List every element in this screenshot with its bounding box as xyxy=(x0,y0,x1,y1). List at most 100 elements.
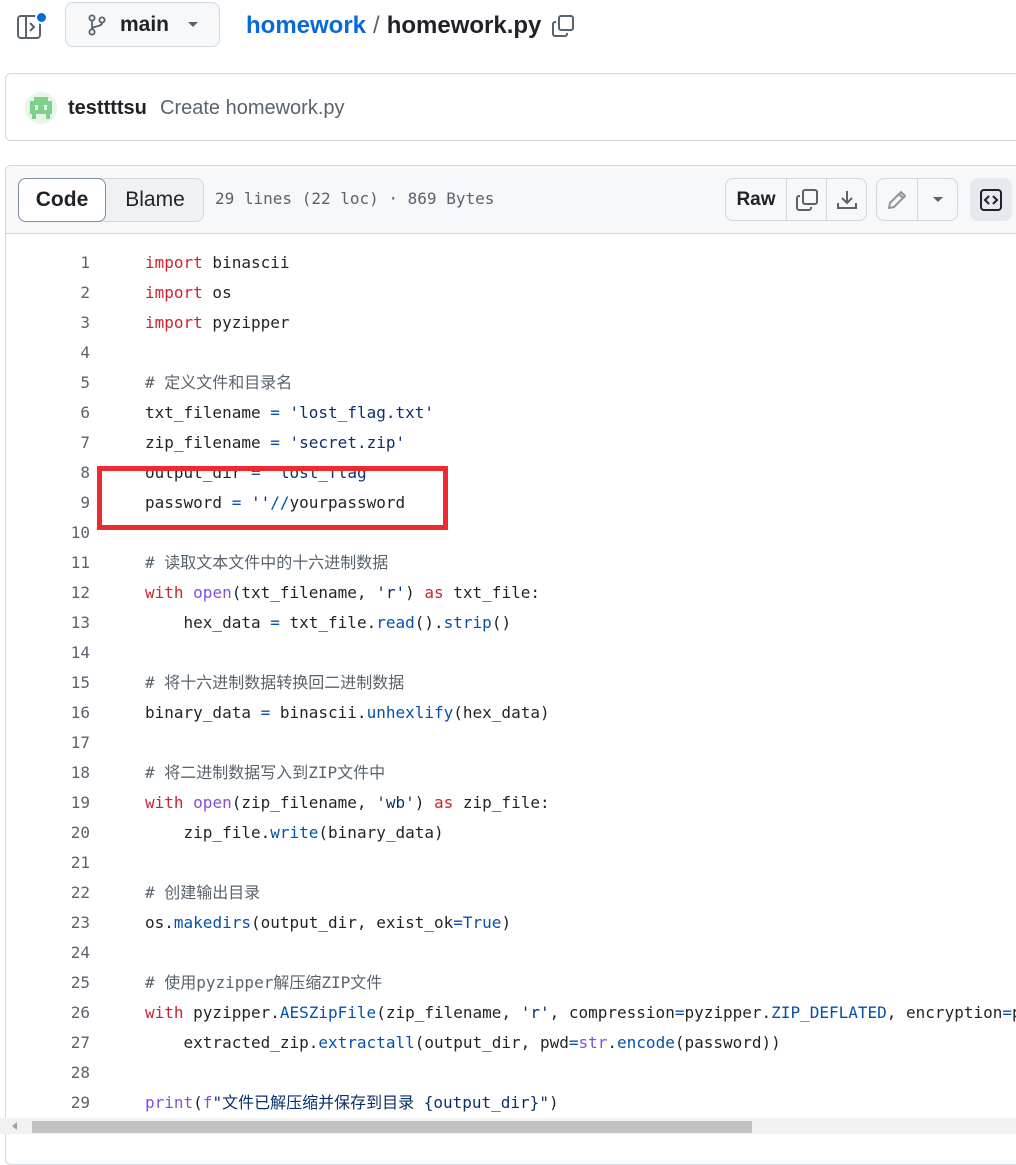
breadcrumb: homework / homework.py xyxy=(246,12,575,40)
line-number[interactable]: 7 xyxy=(6,428,90,458)
code-line: 18 # 将二进制数据写入到ZIP文件中 xyxy=(6,758,1016,788)
copy-path-icon[interactable] xyxy=(551,14,575,38)
line-number[interactable]: 2 xyxy=(6,278,90,308)
code-text: txt_filename = 'lost_flag.txt' xyxy=(145,403,435,422)
code-text: binary_data = binascii.unhexlify(hex_dat… xyxy=(145,703,550,722)
symbols-panel-button[interactable] xyxy=(970,178,1012,221)
line-number[interactable]: 16 xyxy=(6,698,90,728)
raw-button[interactable]: Raw xyxy=(726,179,786,220)
notification-dot xyxy=(35,11,48,24)
line-number[interactable]: 4 xyxy=(6,338,90,368)
download-icon xyxy=(836,190,857,209)
code-line: 3 import pyzipper xyxy=(6,308,1016,338)
code-line: 20 zip_file.write(binary_data) xyxy=(6,818,1016,848)
breadcrumb-separator: / xyxy=(373,12,380,39)
code-line: 14 xyxy=(6,638,1016,668)
commit-message-link[interactable]: Create homework.py xyxy=(160,97,345,120)
code-line: 11 # 读取文本文件中的十六进制数据 xyxy=(6,548,1016,578)
download-button[interactable] xyxy=(826,179,866,220)
branch-selector-button[interactable]: main xyxy=(65,2,220,47)
code-line: 27 extracted_zip.extractall(output_dir, … xyxy=(6,1028,1016,1058)
code-tab[interactable]: Code xyxy=(18,178,106,222)
scrollbar-thumb[interactable] xyxy=(32,1121,752,1133)
line-number[interactable]: 11 xyxy=(6,548,90,578)
code-line: 16 binary_data = binascii.unhexlify(hex_d… xyxy=(6,698,1016,728)
code-line: 2 import os xyxy=(6,278,1016,308)
code-lines: 1 import binascii 2 import os 3 import pyzipp… xyxy=(6,248,1016,1118)
git-branch-icon xyxy=(88,14,106,35)
copy-raw-button[interactable] xyxy=(786,179,826,220)
code-line: 6 txt_filename = 'lost_flag.txt' xyxy=(6,398,1016,428)
code-line: 22 # 创建输出目录 xyxy=(6,878,1016,908)
line-number[interactable]: 12 xyxy=(6,578,90,608)
code-text: zip_file.write(binary_data) xyxy=(145,823,444,842)
breadcrumb-repo-link[interactable]: homework xyxy=(246,12,366,40)
line-number[interactable]: 8 xyxy=(6,458,90,488)
top-bar: main homework / homework.py xyxy=(0,0,1016,56)
avatar[interactable] xyxy=(25,92,57,124)
code-line: 29 print(f"文件已解压缩并保存到目录 {output_dir}") xyxy=(6,1088,1016,1118)
code-text: # 创建输出目录 xyxy=(145,883,261,902)
code-text: # 将二进制数据写入到ZIP文件中 xyxy=(145,763,386,782)
line-number[interactable]: 13 xyxy=(6,608,90,638)
code-line: 28 xyxy=(6,1058,1016,1088)
horizontal-scrollbar[interactable] xyxy=(0,1118,1016,1134)
blame-tab[interactable]: Blame xyxy=(107,179,203,221)
code-line: 1 import binascii xyxy=(6,248,1016,278)
code-text: # 将十六进制数据转换回二进制数据 xyxy=(145,673,405,692)
latest-commit-bar: testtttsu Create homework.py xyxy=(5,73,1016,141)
code-line: 21 xyxy=(6,848,1016,878)
commit-author-link[interactable]: testtttsu xyxy=(68,97,147,120)
code-text: os.makedirs(output_dir, exist_ok=True) xyxy=(145,913,512,932)
line-number[interactable]: 10 xyxy=(6,518,90,548)
code-text: with pyzipper.AESZipFile(zip_filename, '… xyxy=(145,1003,1016,1022)
line-number[interactable]: 23 xyxy=(6,908,90,938)
line-number[interactable]: 21 xyxy=(6,848,90,878)
line-number[interactable]: 22 xyxy=(6,878,90,908)
code-line: 17 xyxy=(6,728,1016,758)
highlight-box xyxy=(97,466,448,530)
view-mode-toggle: Code Blame xyxy=(18,178,204,222)
line-number[interactable]: 19 xyxy=(6,788,90,818)
file-info: 29 lines (22 loc) · 869 Bytes xyxy=(215,189,495,208)
code-text: with open(zip_filename, 'wb') as zip_fil… xyxy=(145,793,550,812)
branch-name: main xyxy=(120,12,170,36)
code-line: 13 hex_data = txt_file.read().strip() xyxy=(6,608,1016,638)
line-number[interactable]: 24 xyxy=(6,938,90,968)
line-number[interactable]: 29 xyxy=(6,1088,90,1118)
code-line: 25 # 使用pyzipper解压缩ZIP文件 xyxy=(6,968,1016,998)
code-line: 23 os.makedirs(output_dir, exist_ok=True) xyxy=(6,908,1016,938)
line-number[interactable]: 6 xyxy=(6,398,90,428)
line-number[interactable]: 25 xyxy=(6,968,90,998)
edit-button[interactable] xyxy=(877,179,917,220)
code-line: 24 xyxy=(6,938,1016,968)
code-line: 5 # 定义文件和目录名 xyxy=(6,368,1016,398)
code-text: import binascii xyxy=(145,253,290,272)
line-number[interactable]: 26 xyxy=(6,998,90,1028)
line-number[interactable]: 9 xyxy=(6,488,90,518)
chevron-down-icon xyxy=(932,196,943,202)
code-square-icon xyxy=(980,188,1002,211)
code-text: zip_filename = 'secret.zip' xyxy=(145,433,406,452)
code-text: import os xyxy=(145,283,232,302)
code-text: # 读取文本文件中的十六进制数据 xyxy=(145,553,389,572)
code-text: extracted_zip.extractall(output_dir, pwd… xyxy=(145,1033,781,1052)
line-number[interactable]: 3 xyxy=(6,308,90,338)
code-text: hex_data = txt_file.read().strip() xyxy=(145,613,512,632)
line-number[interactable]: 5 xyxy=(6,368,90,398)
line-number[interactable]: 15 xyxy=(6,668,90,698)
code-line: 7 zip_filename = 'secret.zip' xyxy=(6,428,1016,458)
code-text: import pyzipper xyxy=(145,313,290,332)
line-number[interactable]: 18 xyxy=(6,758,90,788)
line-number[interactable]: 28 xyxy=(6,1058,90,1088)
line-number[interactable]: 20 xyxy=(6,818,90,848)
line-number[interactable]: 1 xyxy=(6,248,90,278)
line-number[interactable]: 17 xyxy=(6,728,90,758)
scroll-left-icon[interactable] xyxy=(12,1122,17,1130)
code-line: 12 with open(txt_filename, 'r') as txt_fi… xyxy=(6,578,1016,608)
line-number[interactable]: 27 xyxy=(6,1028,90,1058)
line-number[interactable]: 14 xyxy=(6,638,90,668)
file-viewer: Code Blame 29 lines (22 loc) · 869 Bytes… xyxy=(5,165,1016,1165)
code-text: # 定义文件和目录名 xyxy=(145,373,293,392)
edit-dropdown-button[interactable] xyxy=(917,179,957,220)
